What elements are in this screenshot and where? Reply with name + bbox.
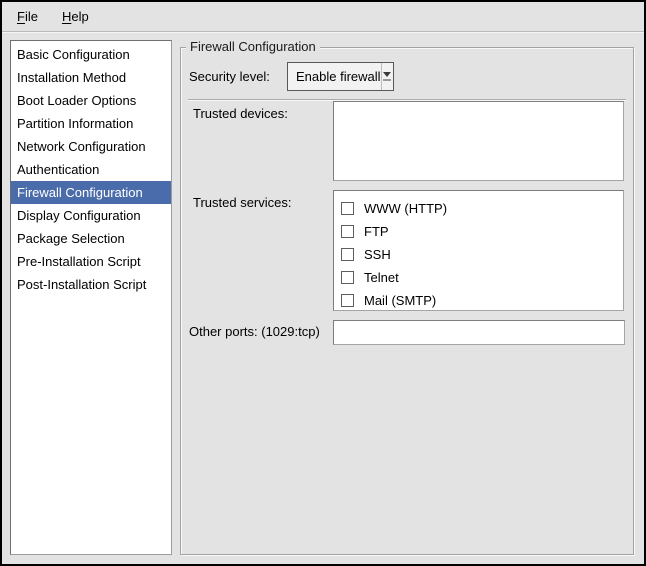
sidebar-item-display-configuration[interactable]: Display Configuration: [11, 204, 171, 227]
menu-help-label: elp: [71, 9, 88, 24]
trusted-service-label: Mail (SMTP): [364, 293, 436, 308]
sidebar-item-installation-method[interactable]: Installation Method: [11, 66, 171, 89]
trusted-devices-label: Trusted devices:: [193, 106, 288, 121]
sidebar-item-label: Firewall Configuration: [17, 185, 143, 200]
sidebar-item-label: Package Selection: [17, 231, 125, 246]
sidebar-item-label: Partition Information: [17, 116, 133, 131]
trusted-service-row-telnet[interactable]: Telnet: [341, 266, 623, 289]
trusted-service-row-ftp[interactable]: FTP: [341, 220, 623, 243]
kickstart-configurator-window: File Help Basic Configuration Installatio…: [0, 0, 646, 566]
other-ports-input[interactable]: [333, 320, 625, 345]
menu-help[interactable]: Help: [59, 7, 92, 26]
sidebar-item-partition-information[interactable]: Partition Information: [11, 112, 171, 135]
sidebar-item-package-selection[interactable]: Package Selection: [11, 227, 171, 250]
menu-file[interactable]: File: [14, 7, 41, 26]
menubar: File Help: [2, 2, 644, 32]
sidebar-item-label: Pre-Installation Script: [17, 254, 141, 269]
firewall-configuration-frame: Firewall Configuration Security level: E…: [180, 47, 634, 555]
sidebar-item-label: Authentication: [17, 162, 99, 177]
trusted-service-row-ssh[interactable]: SSH: [341, 243, 623, 266]
menu-file-label: ile: [25, 9, 38, 24]
menu-file-mnemonic: F: [17, 9, 25, 24]
sidebar-item-pre-installation-script[interactable]: Pre-Installation Script: [11, 250, 171, 273]
security-level-value: Enable firewall: [288, 69, 381, 84]
trusted-service-label: WWW (HTTP): [364, 201, 447, 216]
trusted-service-row-www-http-[interactable]: WWW (HTTP): [341, 197, 623, 220]
trusted-devices-list[interactable]: [333, 101, 624, 181]
sidebar-item-firewall-configuration[interactable]: Firewall Configuration: [11, 181, 171, 204]
trusted-services-label: Trusted services:: [193, 195, 292, 210]
sidebar-item-label: Display Configuration: [17, 208, 141, 223]
trusted-service-row-mail-smtp-[interactable]: Mail (SMTP): [341, 289, 623, 312]
sidebar-item-label: Basic Configuration: [17, 47, 130, 62]
frame-title: Firewall Configuration: [186, 39, 320, 54]
trusted-service-label: Telnet: [364, 270, 399, 285]
trusted-service-label: SSH: [364, 247, 391, 262]
sidebar-item-label: Post-Installation Script: [17, 277, 146, 292]
checkbox-unchecked-icon[interactable]: [341, 225, 354, 238]
security-level-label: Security level:: [189, 69, 270, 84]
sidebar-item-post-installation-script[interactable]: Post-Installation Script: [11, 273, 171, 296]
arrow-down-icon: [383, 72, 391, 77]
checkbox-unchecked-icon[interactable]: [341, 271, 354, 284]
sidebar-item-authentication[interactable]: Authentication: [11, 158, 171, 181]
checkbox-unchecked-icon[interactable]: [341, 202, 354, 215]
combo-dropdown-arrow-icon[interactable]: [381, 63, 393, 90]
sidebar-item-label: Boot Loader Options: [17, 93, 136, 108]
checkbox-unchecked-icon[interactable]: [341, 248, 354, 261]
sidebar-list: Basic Configuration Installation Method Bo…: [10, 40, 172, 555]
sidebar-item-network-configuration[interactable]: Network Configuration: [11, 135, 171, 158]
sidebar-item-basic-configuration[interactable]: Basic Configuration: [11, 43, 171, 66]
trusted-service-label: FTP: [364, 224, 389, 239]
checkbox-unchecked-icon[interactable]: [341, 294, 354, 307]
arrow-bar-icon: [383, 79, 391, 81]
sidebar-item-label: Network Configuration: [17, 139, 146, 154]
trusted-services-list: WWW (HTTP) FTP SSH Telnet Mail (SMTP): [333, 190, 624, 311]
sidebar-item-label: Installation Method: [17, 70, 126, 85]
sidebar-item-boot-loader-options[interactable]: Boot Loader Options: [11, 89, 171, 112]
security-level-combobox[interactable]: Enable firewall: [287, 62, 394, 91]
menu-help-mnemonic: H: [62, 9, 71, 24]
other-ports-label: Other ports: (1029:tcp): [189, 324, 320, 339]
